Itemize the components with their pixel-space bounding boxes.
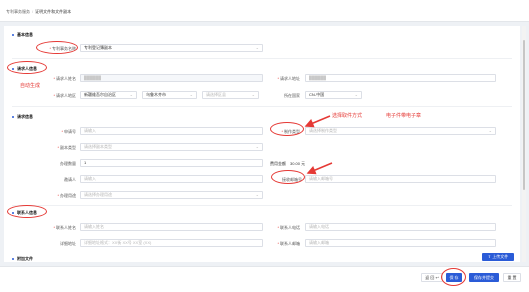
- back-arrow-icon: ↩: [434, 275, 439, 280]
- reset-button[interactable]: 重 置: [503, 273, 521, 282]
- save-submit-label: 保存并提交: [474, 275, 494, 280]
- annotation-arrow-make-type: [304, 115, 331, 128]
- annotation-arrows: [304, 115, 333, 175]
- save-submit-button[interactable]: 保存并提交: [469, 273, 499, 282]
- annotation-ellipse: [441, 268, 466, 286]
- annotation-arrow-email: [306, 162, 333, 175]
- back-label: 返 回: [425, 275, 435, 280]
- back-button[interactable]: 返 回 ↩: [421, 273, 443, 282]
- reset-label: 重 置: [507, 275, 517, 280]
